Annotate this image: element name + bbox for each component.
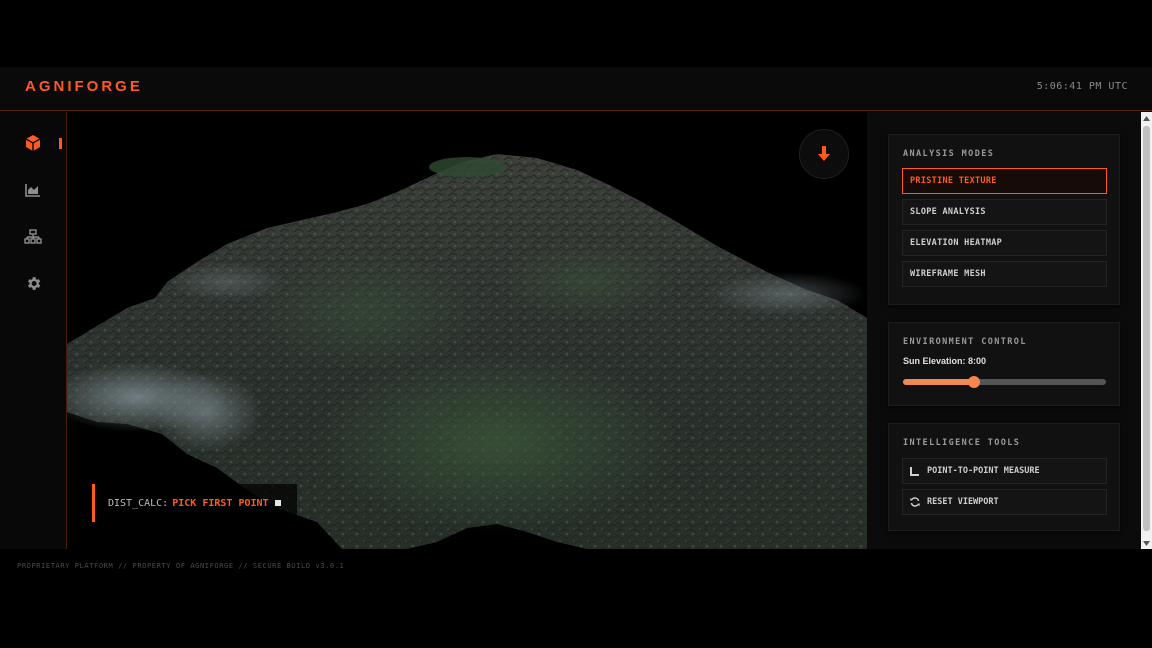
dist-calc-status: PICK FIRST POINT	[172, 497, 269, 509]
right-panel: ANALYSIS MODES PRISTINE TEXTURE SLOPE AN…	[867, 112, 1141, 549]
mode-slope-analysis-button[interactable]: SLOPE ANALYSIS	[902, 199, 1107, 225]
mode-pristine-texture-button[interactable]: PRISTINE TEXTURE	[902, 168, 1107, 194]
scrollbar-thumb[interactable]	[1143, 126, 1150, 531]
dist-calc-readout: DIST_CALC: PICK FIRST POINT	[92, 484, 297, 522]
download-button[interactable]	[799, 129, 849, 179]
point-to-point-measure-button[interactable]: POINT-TO-POINT MEASURE	[902, 458, 1107, 484]
intelligence-tools-card: INTELLIGENCE TOOLS POINT-TO-POINT MEASUR…	[888, 423, 1120, 531]
ruler-corner-icon	[910, 466, 922, 476]
brand-logo: AGNIFORGE	[25, 78, 143, 95]
vertical-scrollbar[interactable]	[1141, 112, 1152, 549]
slider-fill	[903, 379, 975, 385]
reset-viewport-label: RESET VIEWPORT	[927, 497, 999, 507]
analysis-modes-card: ANALYSIS MODES PRISTINE TEXTURE SLOPE AN…	[888, 134, 1120, 305]
scroll-up-arrow-icon[interactable]	[1141, 112, 1152, 124]
slider-thumb[interactable]	[968, 376, 981, 388]
header: AGNIFORGE 5:06:41 PM UTC	[0, 67, 1152, 111]
reset-viewport-button[interactable]: RESET VIEWPORT	[902, 489, 1107, 515]
active-indicator	[59, 138, 62, 149]
scroll-down-arrow-icon[interactable]	[1141, 537, 1152, 549]
terrain-viewport[interactable]: DIST_CALC: PICK FIRST POINT	[67, 112, 867, 549]
arrow-down-icon	[818, 146, 830, 161]
cube-icon[interactable]	[23, 133, 43, 153]
network-icon[interactable]	[23, 227, 43, 247]
area-chart-icon[interactable]	[23, 180, 43, 200]
environment-control-card: ENVIRONMENT CONTROL Sun Elevation: 8:00	[888, 322, 1120, 406]
sun-elevation-label: Sun Elevation: 8:00	[903, 356, 987, 366]
environment-control-title: ENVIRONMENT CONTROL	[903, 337, 1027, 347]
analysis-modes-title: ANALYSIS MODES	[903, 149, 995, 159]
mode-wireframe-mesh-button[interactable]: WIREFRAME MESH	[902, 261, 1107, 287]
point-to-point-measure-label: POINT-TO-POINT MEASURE	[927, 466, 1040, 476]
intelligence-tools-title: INTELLIGENCE TOOLS	[903, 438, 1021, 448]
sidebar	[0, 112, 67, 549]
app-window: AGNIFORGE 5:06:41 PM UTC DIST_CALC: PICK…	[0, 67, 1152, 549]
blinking-cursor	[274, 500, 281, 506]
utc-clock: 5:06:41 PM UTC	[1036, 81, 1128, 92]
sun-elevation-slider[interactable]	[903, 376, 1106, 388]
dist-calc-label: DIST_CALC:	[108, 497, 169, 509]
mode-elevation-heatmap-button[interactable]: ELEVATION HEATMAP	[902, 230, 1107, 256]
footer-text: PROPRIETARY PLATFORM // PROPERTY OF AGNI…	[17, 562, 345, 570]
gear-icon[interactable]	[23, 273, 43, 293]
refresh-icon	[910, 497, 922, 507]
